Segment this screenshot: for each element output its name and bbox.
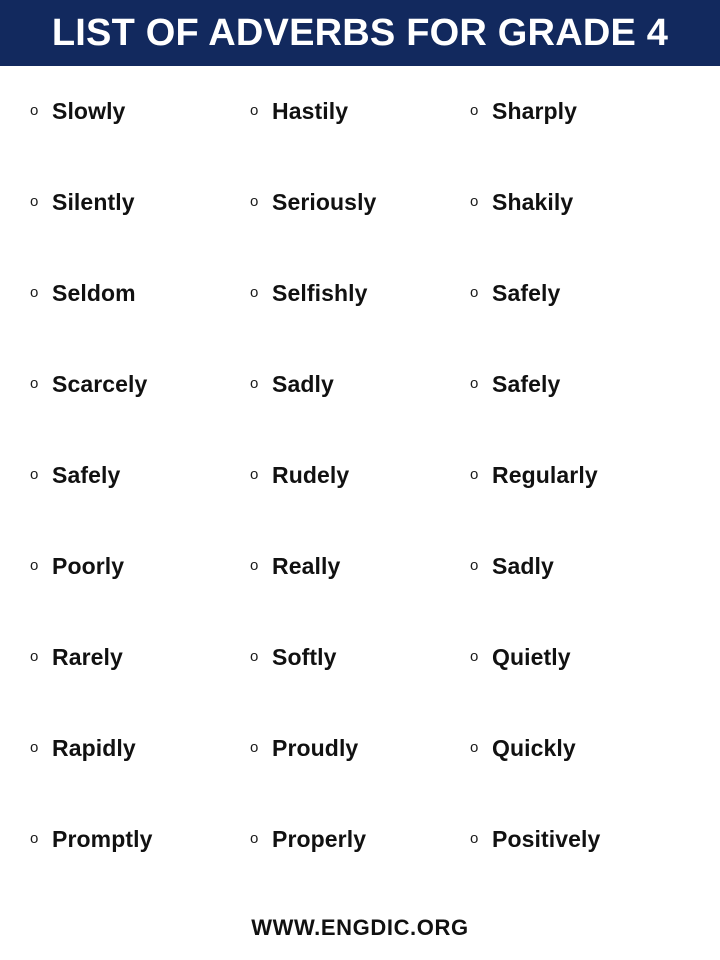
list-item: o Softly: [250, 638, 470, 729]
adverb-word: Regularly: [492, 462, 598, 488]
adverb-word: Really: [272, 553, 341, 579]
list-item: o Safely: [470, 274, 690, 365]
bullet-icon: o: [470, 102, 479, 119]
page-footer: WWW.ENGDIC.ORG: [0, 911, 720, 960]
bullet-icon: o: [470, 284, 479, 301]
bullet-icon: o: [470, 830, 479, 847]
list-item: o Sadly: [250, 365, 470, 456]
adverb-word: Slowly: [52, 98, 126, 124]
adverb-word: Sadly: [272, 371, 334, 397]
list-item: o Hastily: [250, 92, 470, 183]
adverb-word: Hastily: [272, 98, 349, 124]
bullet-icon: o: [470, 375, 479, 392]
list-item: o Seriously: [250, 183, 470, 274]
adverb-word: Safely: [52, 462, 121, 488]
adverbs-list-section: o Slowly o Hastily o Sharply o Silently …: [0, 66, 720, 911]
list-item: o Proudly: [250, 729, 470, 820]
list-item: o Safely: [470, 365, 690, 456]
list-item: o Silently: [30, 183, 250, 274]
adverb-word: Safely: [492, 371, 561, 397]
adverb-word: Proudly: [272, 735, 359, 761]
list-item: o Really: [250, 547, 470, 638]
bullet-icon: o: [250, 102, 259, 119]
bullet-icon: o: [250, 830, 259, 847]
list-item: o Quietly: [470, 638, 690, 729]
adverb-word: Rapidly: [52, 735, 136, 761]
adverbs-grid: o Slowly o Hastily o Sharply o Silently …: [30, 92, 690, 911]
bullet-icon: o: [30, 102, 39, 119]
list-item: o Safely: [30, 456, 250, 547]
list-item: o Properly: [250, 820, 470, 911]
list-item: o Slowly: [30, 92, 250, 183]
list-item: o Sharply: [470, 92, 690, 183]
list-item: o Poorly: [30, 547, 250, 638]
adverb-word: Selfishly: [272, 280, 368, 306]
bullet-icon: o: [250, 557, 259, 574]
adverb-word: Promptly: [52, 826, 153, 852]
adverb-word: Rudely: [272, 462, 350, 488]
bullet-icon: o: [470, 648, 479, 665]
bullet-icon: o: [470, 739, 479, 756]
bullet-icon: o: [30, 739, 39, 756]
adverb-word: Sadly: [492, 553, 554, 579]
adverb-word: Scarcely: [52, 371, 148, 397]
bullet-icon: o: [250, 375, 259, 392]
list-item: o Selfishly: [250, 274, 470, 365]
adverb-word: Poorly: [52, 553, 125, 579]
list-item: o Shakily: [470, 183, 690, 274]
adverb-word: Seriously: [272, 189, 377, 215]
list-item: o Positively: [470, 820, 690, 911]
bullet-icon: o: [30, 375, 39, 392]
adverb-word: Shakily: [492, 189, 574, 215]
adverb-word: Positively: [492, 826, 601, 852]
list-item: o Promptly: [30, 820, 250, 911]
adverb-word: Seldom: [52, 280, 136, 306]
bullet-icon: o: [30, 193, 39, 210]
website-url: WWW.ENGDIC.ORG: [251, 915, 469, 940]
list-item: o Regularly: [470, 456, 690, 547]
bullet-icon: o: [30, 466, 39, 483]
list-item: o Quickly: [470, 729, 690, 820]
bullet-icon: o: [250, 193, 259, 210]
list-item: o Rudely: [250, 456, 470, 547]
bullet-icon: o: [30, 284, 39, 301]
list-item: o Scarcely: [30, 365, 250, 456]
adverb-word: Quickly: [492, 735, 576, 761]
adverb-word: Properly: [272, 826, 367, 852]
list-item: o Rarely: [30, 638, 250, 729]
adverb-word: Silently: [52, 189, 135, 215]
adverb-word: Sharply: [492, 98, 578, 124]
adverb-word: Quietly: [492, 644, 571, 670]
bullet-icon: o: [470, 557, 479, 574]
list-item: o Rapidly: [30, 729, 250, 820]
bullet-icon: o: [30, 557, 39, 574]
adverb-word: Safely: [492, 280, 561, 306]
adverb-word: Softly: [272, 644, 337, 670]
bullet-icon: o: [250, 648, 259, 665]
bullet-icon: o: [250, 284, 259, 301]
bullet-icon: o: [30, 648, 39, 665]
page-header: LIST OF ADVERBS FOR GRADE 4: [0, 0, 720, 66]
bullet-icon: o: [470, 193, 479, 210]
bullet-icon: o: [250, 466, 259, 483]
page-title: LIST OF ADVERBS FOR GRADE 4: [51, 11, 669, 54]
bullet-icon: o: [30, 830, 39, 847]
bullet-icon: o: [250, 739, 259, 756]
bullet-icon: o: [470, 466, 479, 483]
list-item: o Seldom: [30, 274, 250, 365]
adverb-word: Rarely: [52, 644, 123, 670]
list-item: o Sadly: [470, 547, 690, 638]
adverbs-worksheet-page: LIST OF ADVERBS FOR GRADE 4 o Slowly o H…: [0, 0, 720, 960]
